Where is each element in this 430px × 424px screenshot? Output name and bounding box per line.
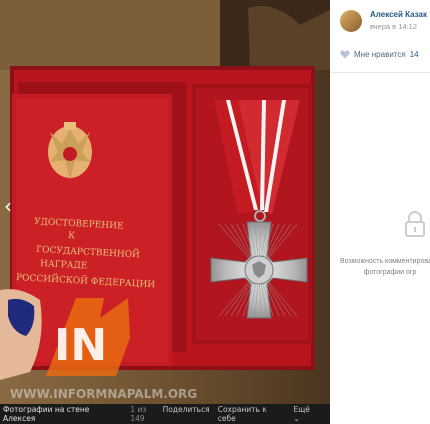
- restricted-line-1: Возможность комментирования: [340, 258, 430, 265]
- photo-image: УДОСТОВЕРЕНИЕКГОСУДАРСТВЕННОЙНАГРАДЕРОСС…: [0, 0, 330, 404]
- more-link[interactable]: Ещё ⌄: [294, 405, 319, 423]
- photo-actions: Поделиться Сохранить к себе Ещё ⌄: [163, 405, 318, 423]
- likes-label: Мне нравится: [354, 50, 406, 59]
- photo-viewer: УДОСТОВЕРЕНИЕ К ГОСУДАРСТВЕННОЙ НАГРАДЕ РОСС…: [0, 0, 330, 424]
- panel-divider: [330, 72, 430, 73]
- booklet-text: К: [68, 231, 76, 241]
- info-panel: Алексей Казак вчера в 14:12 Мне нравится…: [330, 0, 430, 424]
- lock-icon: [404, 210, 426, 243]
- photo-counter: 1 из 149: [130, 405, 147, 423]
- share-link[interactable]: Поделиться: [163, 405, 210, 423]
- author-name[interactable]: Алексей Казак: [370, 10, 427, 19]
- like-button[interactable]: Мне нравится 14: [340, 50, 419, 59]
- avatar[interactable]: [340, 10, 362, 32]
- restricted-line-2: фотографии огр: [363, 269, 417, 276]
- likes-count: 14: [409, 50, 419, 59]
- photo[interactable]: УДОСТОВЕРЕНИЕ К ГОСУДАРСТВЕННОЙ НАГРАДЕ РОСС…: [0, 0, 330, 404]
- photo-footer: Фотографии на стене Алексея 1 из 149 Под…: [0, 404, 330, 424]
- logo-text: IN: [54, 320, 107, 371]
- previous-photo-button[interactable]: ‹: [4, 194, 12, 218]
- post-time[interactable]: вчера в 14:12: [370, 22, 427, 31]
- watermark-text: WWW.INFORMNAPALM.ORG: [10, 387, 197, 401]
- save-link[interactable]: Сохранить к себе: [218, 405, 286, 423]
- album-title[interactable]: Фотографии на стене Алексея: [3, 405, 122, 423]
- comments-restricted-text: Возможность комментирования фотографии о…: [340, 256, 430, 278]
- author-block: Алексей Казак вчера в 14:12: [340, 10, 427, 32]
- more-label: Ещё: [293, 405, 310, 414]
- heart-icon: [340, 50, 350, 59]
